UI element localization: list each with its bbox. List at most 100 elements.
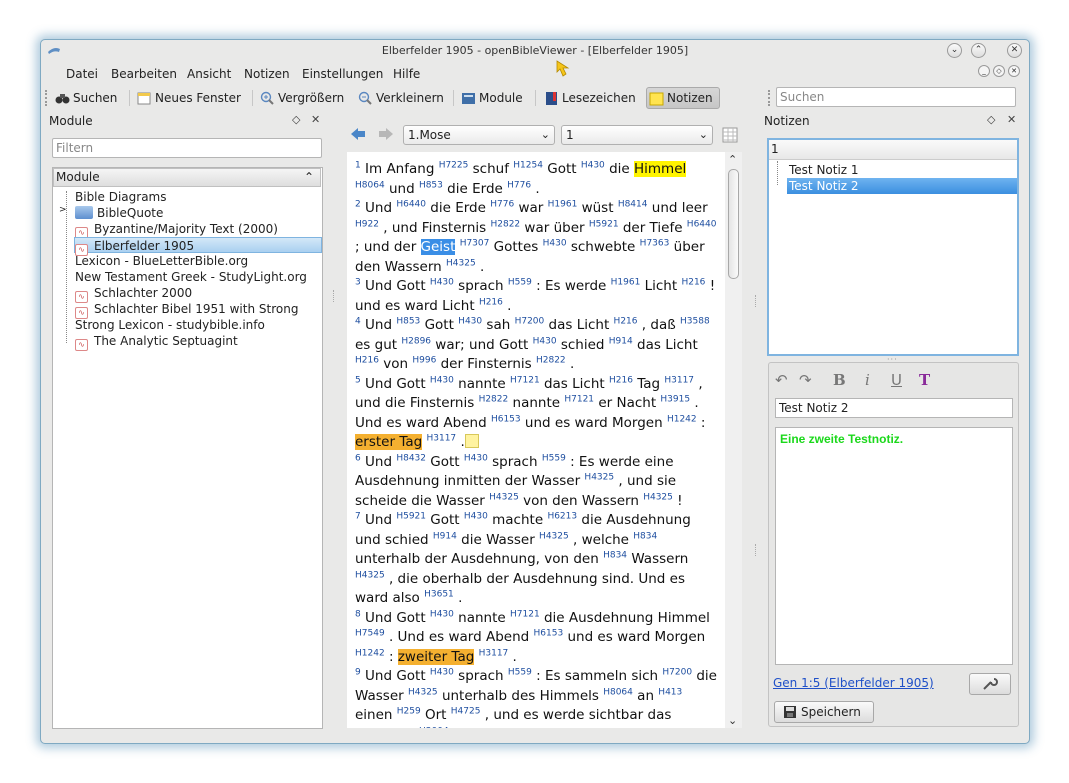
back-arrow-icon[interactable] xyxy=(350,127,366,141)
menu-notizen[interactable]: Notizen xyxy=(244,67,290,81)
strong-link[interactable]: H430 xyxy=(543,239,567,249)
strong-link[interactable]: H3651 xyxy=(424,590,454,600)
module-item-lexicon-blb[interactable]: Lexicon - BlueLetterBible.org xyxy=(75,253,248,269)
strong-link[interactable]: H7549 xyxy=(355,629,385,639)
close-button[interactable]: ✕ xyxy=(1007,43,1022,58)
notes-tree-header[interactable]: 1 xyxy=(769,140,1017,160)
verse-link[interactable]: Gen 1:5 (Elberfelder 1905) xyxy=(773,676,934,690)
strong-link[interactable]: H3117 xyxy=(426,434,456,444)
strong-link[interactable]: H3588 xyxy=(680,317,710,327)
module-item-biblequote[interactable]: BibleQuote xyxy=(75,205,163,221)
menu-ansicht[interactable]: Ansicht xyxy=(187,67,231,81)
search-toolbar-button[interactable]: Suchen xyxy=(53,87,117,109)
verse-number[interactable]: 5 xyxy=(355,375,361,385)
strong-link[interactable]: H8432 xyxy=(396,453,426,463)
strong-link[interactable]: H3004 xyxy=(419,726,449,729)
scrollbar-thumb[interactable] xyxy=(728,169,739,279)
strong-link[interactable]: H2896 xyxy=(401,336,431,346)
strong-link[interactable]: H1961 xyxy=(611,278,641,288)
strong-link[interactable]: H4325 xyxy=(643,492,673,502)
module-item-septuagint[interactable]: ∿ The Analytic Septuagint xyxy=(75,333,238,351)
strong-link[interactable]: H8064 xyxy=(603,687,633,697)
menu-bearbeiten[interactable]: Bearbeiten xyxy=(111,67,177,81)
strong-link[interactable]: H430 xyxy=(464,512,488,522)
note-item-selected[interactable]: Test Notiz 2 xyxy=(787,178,1017,194)
module-item-nt-greek[interactable]: New Testament Greek - StudyLight.org xyxy=(75,269,307,285)
menu-hilfe[interactable]: Hilfe xyxy=(393,67,420,81)
verse-number[interactable]: 6 xyxy=(355,453,361,463)
splitter-handle[interactable] xyxy=(755,544,758,556)
verse-number[interactable]: 9 xyxy=(355,668,361,678)
highlighted-word[interactable]: Himmel xyxy=(634,161,687,177)
strong-link[interactable]: H430 xyxy=(458,317,482,327)
highlighted-word[interactable]: zweiter Tag xyxy=(397,648,475,665)
strong-link[interactable]: H216 xyxy=(614,317,638,327)
book-select[interactable]: 1.Mose ⌄ xyxy=(403,125,555,145)
module-item-elberfelder[interactable]: ∿ Elberfelder 1905 xyxy=(74,237,322,256)
scroll-down-icon[interactable]: ⌄ xyxy=(728,714,737,727)
maximize-button[interactable]: ⌃ xyxy=(971,43,986,58)
search-input[interactable]: Suchen xyxy=(776,87,1016,107)
strong-link[interactable]: H834 xyxy=(603,551,627,561)
verse-number[interactable]: 8 xyxy=(355,609,361,619)
toolbar-grip[interactable] xyxy=(45,90,48,106)
module-item-schlachter-1951[interactable]: ∿ Schlachter Bibel 1951 with Strong xyxy=(75,301,298,319)
strong-link[interactable]: H8064 xyxy=(355,180,385,190)
strong-link[interactable]: H3117 xyxy=(479,648,509,658)
dock-float-icon[interactable]: ◇ xyxy=(987,113,995,126)
strong-link[interactable]: H7200 xyxy=(662,668,692,678)
strong-link[interactable]: H776 xyxy=(490,200,514,210)
strong-link[interactable]: H1961 xyxy=(548,200,578,210)
strong-link[interactable]: H7363 xyxy=(640,239,670,249)
strong-link[interactable]: H216 xyxy=(479,297,503,307)
strong-link[interactable]: H7225 xyxy=(439,161,469,171)
module-item-schlachter-2000[interactable]: ∿ Schlachter 2000 xyxy=(75,285,192,303)
strong-link[interactable]: H7121 xyxy=(564,395,594,405)
strong-link[interactable]: H430 xyxy=(430,375,454,385)
strong-link[interactable]: H6153 xyxy=(491,414,521,424)
splitter-handle[interactable] xyxy=(333,290,336,302)
menu-einstellungen[interactable]: Einstellungen xyxy=(302,67,383,81)
strong-link[interactable]: H6153 xyxy=(534,629,564,639)
strong-link[interactable]: H996 xyxy=(412,356,436,366)
strong-link[interactable]: H8414 xyxy=(618,200,648,210)
dock-close-icon[interactable]: ✕ xyxy=(311,113,320,126)
link-settings-button[interactable] xyxy=(969,673,1011,695)
menu-datei[interactable]: Datei xyxy=(66,67,98,81)
modules-button[interactable]: Module xyxy=(459,87,523,109)
strong-link[interactable]: H430 xyxy=(533,336,557,346)
strong-link[interactable]: H834 xyxy=(633,531,657,541)
strong-link[interactable]: H430 xyxy=(581,161,605,171)
underline-icon[interactable]: U xyxy=(891,371,902,389)
strong-link[interactable]: H914 xyxy=(609,336,633,346)
strong-link[interactable]: H2822 xyxy=(490,219,520,229)
strong-link[interactable]: H559 xyxy=(508,278,532,288)
strong-link[interactable]: H3117 xyxy=(664,375,694,385)
chapter-select[interactable]: 1 ⌄ xyxy=(561,125,713,145)
strong-link[interactable]: H7121 xyxy=(510,375,540,385)
strong-link[interactable]: H1242 xyxy=(355,648,385,658)
strong-link[interactable]: H7200 xyxy=(515,317,545,327)
table-view-icon[interactable] xyxy=(722,127,738,143)
strong-link[interactable]: H853 xyxy=(396,317,420,327)
strong-link[interactable]: H2822 xyxy=(536,356,566,366)
strong-link[interactable]: H3915 xyxy=(660,395,690,405)
zoom-out-button[interactable]: Verkleinern xyxy=(356,87,444,109)
note-body-editor[interactable]: Eine zweite Testnotiz. xyxy=(775,427,1013,665)
note-marker-icon[interactable] xyxy=(464,434,479,448)
strong-link[interactable]: H4325 xyxy=(489,492,519,502)
strong-link[interactable]: H6440 xyxy=(396,200,426,210)
mdi-restore-button[interactable]: ◇ xyxy=(993,65,1005,77)
strong-link[interactable]: H259 xyxy=(397,707,421,717)
strong-link[interactable]: H216 xyxy=(681,278,705,288)
note-title-input[interactable]: Test Notiz 2 xyxy=(775,398,1013,418)
strong-link[interactable]: H559 xyxy=(542,453,566,463)
dock-float-icon[interactable]: ◇ xyxy=(292,113,300,126)
forward-arrow-icon[interactable] xyxy=(378,127,394,141)
mdi-minimize-button[interactable]: _ xyxy=(978,65,990,77)
dock-close-icon[interactable]: ✕ xyxy=(1007,113,1016,126)
zoom-in-button[interactable]: Vergrößern xyxy=(258,87,344,109)
expand-arrow-icon[interactable]: > xyxy=(59,205,67,215)
mdi-close-button[interactable]: ✕ xyxy=(1008,65,1020,77)
strong-link[interactable]: H853 xyxy=(419,180,443,190)
